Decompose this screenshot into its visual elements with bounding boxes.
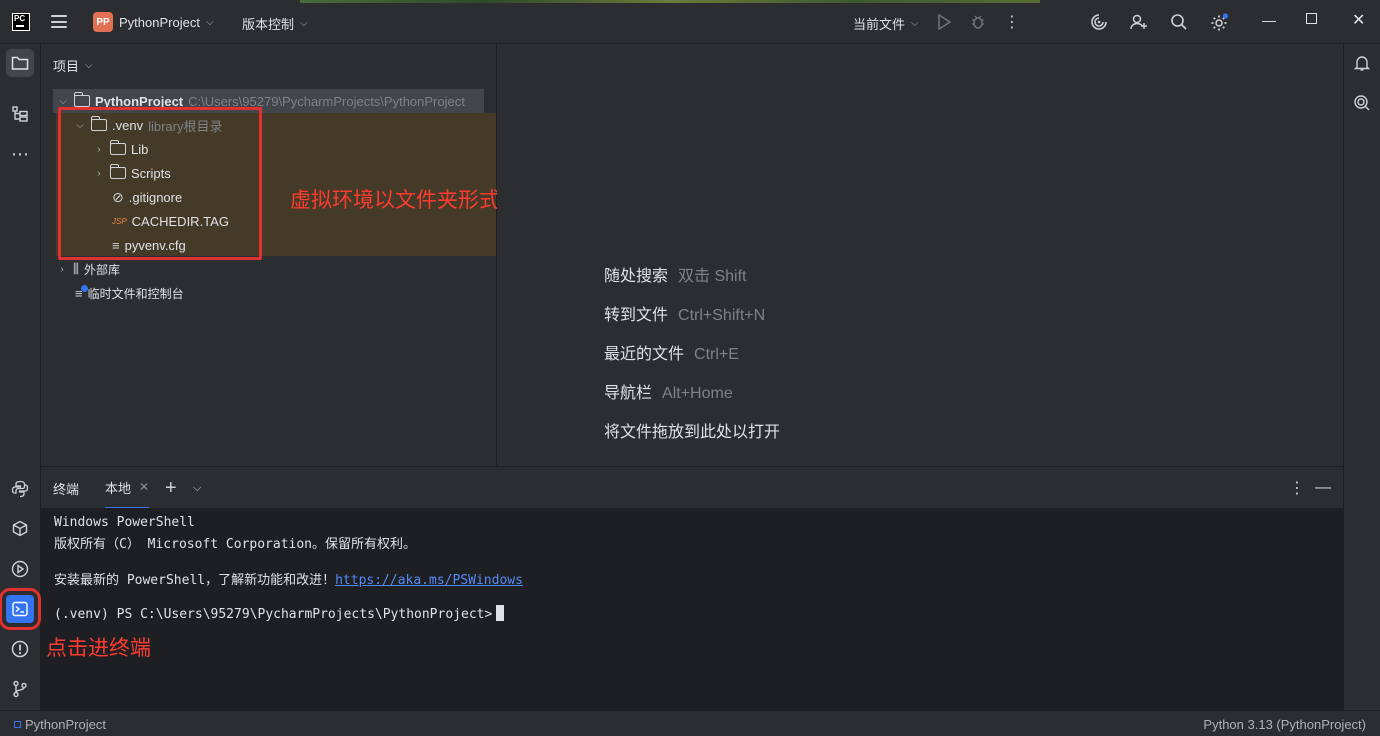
hint-shortcut: 双击 Shift [678, 268, 747, 285]
terminal-line: 安装最新的 PowerShell，了解新功能和改进！https://aka.ms… [54, 569, 523, 588]
hint-drop-files: 将文件拖放到此处以打开 [604, 418, 780, 442]
terminal-tool-icon[interactable] [0, 588, 41, 630]
hint-recent-files: 最近的文件 Ctrl+E [604, 340, 739, 364]
structure-tool-icon[interactable] [6, 100, 34, 128]
terminal-output[interactable]: Windows PowerShell 版权所有（C） Microsoft Cor… [41, 508, 1343, 710]
chevron-down-icon: ⌵ [59, 95, 67, 107]
terminal-tab-local[interactable]: 本地 ✕ [105, 467, 150, 509]
run-config-selector[interactable]: 当前文件 ⌵ [853, 14, 919, 33]
terminal-prompt-line: (.venv) PS C:\Users\95279\PycharmProject… [54, 605, 505, 622]
hint-shortcut: Ctrl+Shift+N [678, 307, 766, 324]
status-bar: PythonProject Python 3.13 (PythonProject… [0, 710, 1380, 736]
vcs-menu[interactable]: 版本控制 ⌵ [242, 14, 308, 33]
more-actions-icon[interactable]: ⋮ [1004, 11, 1020, 33]
terminal-line: Windows PowerShell [54, 515, 195, 530]
hint-navigation-bar: 导航栏 Alt+Home [604, 379, 733, 403]
hide-panel-icon[interactable]: — [1315, 467, 1331, 509]
chevron-right-icon: › [60, 263, 64, 275]
ai-assistant-icon[interactable] [1089, 12, 1109, 32]
hint-label: 将文件拖放到此处以打开 [604, 424, 781, 441]
close-tab-icon[interactable]: ✕ [139, 480, 149, 494]
chevron-down-icon: ⌵ [205, 16, 214, 28]
tree-item-scratches[interactable]: ≡ 临时文件和控制台 [75, 281, 184, 305]
pycharm-logo-icon: PC [12, 13, 30, 31]
tree-item-label: 外部库 [83, 262, 120, 277]
project-view-selector[interactable]: 项目 ⌵ [53, 56, 93, 75]
venv-annotation-box [58, 107, 262, 260]
hint-label: 导航栏 [604, 385, 653, 402]
tree-item-label: 临时文件和控制台 [87, 286, 184, 301]
terminal-prompt: (.venv) PS C:\Users\95279\PycharmProject… [54, 607, 493, 622]
search-icon[interactable] [1169, 12, 1189, 32]
minimize-button[interactable]: — [1262, 12, 1276, 28]
status-project[interactable]: PythonProject [14, 717, 106, 732]
terminal-dropdown-chevron-icon[interactable]: ⌵ [193, 467, 201, 509]
right-tool-strip [1343, 44, 1380, 710]
chevron-down-icon: ⌵ [300, 18, 308, 29]
run-config-label: 当前文件 [853, 17, 906, 32]
powershell-link[interactable]: https://aka.ms/PSWindows [335, 573, 523, 588]
project-panel-title: 项目 [53, 59, 80, 74]
problems-icon[interactable] [6, 635, 34, 663]
python-packages-icon[interactable] [6, 515, 34, 543]
hint-label: 转到文件 [604, 307, 669, 324]
chevron-down-icon: ⌵ [85, 60, 93, 71]
title-bar: PC PP PythonProject ⌵ 版本控制 ⌵ 当前文件 ⌵ ⋮ — … [0, 0, 1380, 44]
terminal-title: 终端 [53, 467, 79, 509]
tree-item-external-libraries[interactable]: › ⫼ 外部库 [56, 257, 120, 281]
services-run-icon[interactable] [6, 555, 34, 583]
hint-shortcut: Ctrl+E [694, 346, 739, 363]
run-icon[interactable] [935, 12, 953, 32]
hint-label: 最近的文件 [604, 346, 685, 363]
git-branch-icon[interactable] [6, 675, 34, 703]
terminal-header: 终端 本地 ✕ + ⌵ ⋮ — [41, 466, 1343, 509]
python-console-icon[interactable] [6, 475, 34, 503]
terminal-title-label: 终端 [53, 481, 80, 497]
hint-label: 随处搜索 [604, 268, 669, 285]
terminal-cursor [496, 605, 505, 621]
debug-icon[interactable] [968, 12, 988, 32]
terminal-text: 安装最新的 PowerShell，了解新功能和改进！ [54, 573, 336, 588]
main-menu-icon[interactable] [51, 15, 67, 28]
notifications-bell-icon[interactable] [1348, 49, 1376, 77]
status-interpreter[interactable]: Python 3.13 (PythonProject) [1203, 717, 1366, 732]
library-icon: ⫼ [73, 261, 79, 276]
status-project-label: PythonProject [25, 717, 106, 732]
tab-label: 本地 [105, 480, 132, 496]
project-tool-icon[interactable] [6, 49, 34, 77]
ai-chat-icon[interactable] [1348, 89, 1376, 117]
maximize-button[interactable] [1306, 13, 1317, 24]
project-square-icon [14, 721, 21, 728]
project-switcher[interactable]: PP PythonProject ⌵ [93, 12, 214, 32]
scratches-icon: ≡ [75, 284, 88, 301]
project-name: PythonProject [119, 14, 200, 30]
title-bar-wallpaper-strip [300, 0, 1040, 3]
terminal-annotation-text: 点击进终端 [46, 636, 151, 660]
new-terminal-tab-icon[interactable]: + [165, 467, 177, 509]
add-user-icon[interactable] [1129, 12, 1149, 32]
hint-goto-file: 转到文件 Ctrl+Shift+N [604, 301, 765, 325]
chevron-down-icon: ⌵ [911, 18, 919, 29]
project-badge: PP [93, 12, 113, 32]
settings-gear-icon[interactable] [1208, 12, 1230, 32]
hint-search-everywhere: 随处搜索 双击 Shift [604, 262, 746, 286]
hint-shortcut: Alt+Home [662, 385, 733, 402]
editor-area[interactable]: 随处搜索 双击 Shift 转到文件 Ctrl+Shift+N 最近的文件 Ctrl+… [497, 44, 1343, 466]
terminal-line: 版权所有（C） Microsoft Corporation。保留所有权利。 [54, 537, 417, 552]
close-window-button[interactable]: ✕ [1352, 10, 1365, 30]
terminal-options-icon[interactable]: ⋮ [1289, 467, 1305, 509]
more-tools-icon[interactable]: ⋯ [6, 140, 34, 168]
folder-icon [73, 92, 90, 107]
vcs-menu-label: 版本控制 [242, 17, 295, 32]
left-tool-strip: ⋯ [0, 44, 41, 710]
